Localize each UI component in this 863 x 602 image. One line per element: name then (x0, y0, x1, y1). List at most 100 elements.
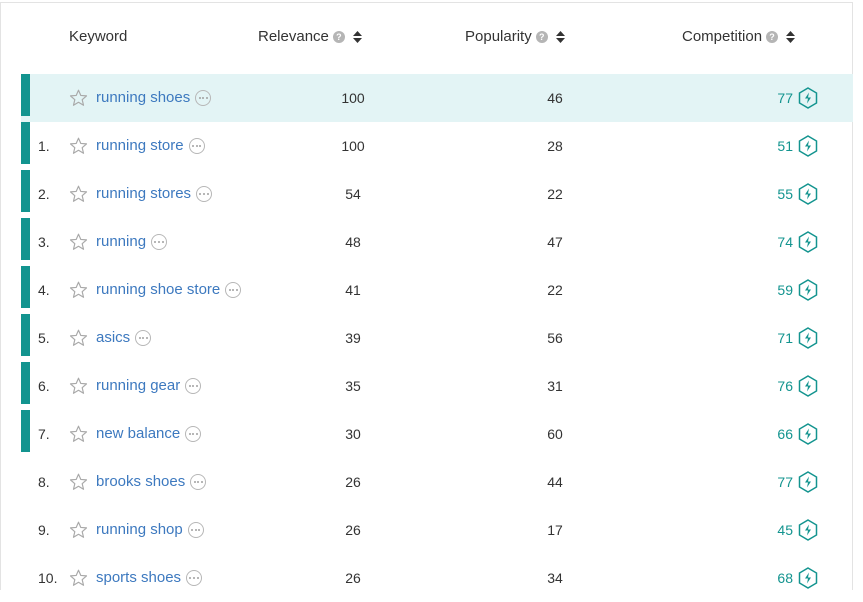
table-row[interactable]: 4. running shoe store 41 22 59 (21, 266, 853, 314)
star-icon[interactable] (69, 233, 88, 256)
row-indicator-bar (21, 170, 30, 212)
relevance-value: 35 (345, 378, 361, 394)
sort-icon[interactable] (555, 30, 565, 43)
header-competition[interactable]: Competition ? (682, 28, 796, 45)
keyword-link[interactable]: sports shoes (96, 569, 203, 586)
star-icon[interactable] (69, 473, 88, 496)
keyword-text[interactable]: running store (96, 137, 184, 154)
bolt-icon[interactable] (798, 87, 818, 114)
keyword-link[interactable]: running shop (96, 521, 204, 538)
star-icon[interactable] (69, 425, 88, 448)
table-row[interactable]: 6. running gear 35 31 76 (21, 362, 853, 410)
more-options-icon[interactable] (151, 233, 168, 250)
row-number: 1. (38, 138, 50, 154)
header-keyword: Keyword (69, 28, 127, 45)
keyword-text[interactable]: running shop (96, 521, 183, 538)
header-relevance[interactable]: Relevance ? (258, 28, 362, 45)
popularity-value: 60 (547, 426, 563, 442)
bolt-icon[interactable] (798, 519, 818, 546)
star-icon[interactable] (69, 185, 88, 208)
bolt-icon[interactable] (798, 279, 818, 306)
competition-value: 77 (777, 90, 793, 106)
keyword-link[interactable]: new balance (96, 425, 202, 442)
table-row[interactable]: 10. sports shoes 26 34 68 (21, 554, 853, 602)
header-keyword-label: Keyword (69, 28, 128, 45)
bolt-icon[interactable] (798, 231, 818, 258)
star-icon[interactable] (69, 281, 88, 304)
keyword-text[interactable]: running shoe store (96, 281, 220, 298)
help-icon[interactable]: ? (332, 30, 345, 43)
keyword-link[interactable]: running (96, 233, 168, 250)
row-number: 5. (38, 330, 50, 346)
more-options-icon[interactable] (185, 377, 202, 394)
bolt-icon[interactable] (798, 135, 818, 162)
more-options-icon[interactable] (187, 521, 204, 538)
sort-icon[interactable] (786, 30, 796, 43)
row-number: 6. (38, 378, 50, 394)
keyword-link[interactable]: running shoe store (96, 281, 242, 298)
relevance-value: 100 (341, 138, 365, 154)
help-icon[interactable]: ? (535, 30, 548, 43)
bolt-icon[interactable] (798, 375, 818, 402)
keyword-link[interactable]: asics (96, 329, 152, 346)
star-icon[interactable] (69, 377, 88, 400)
keyword-text[interactable]: sports shoes (96, 569, 181, 586)
row-number: 7. (38, 426, 50, 442)
more-options-icon[interactable] (190, 473, 207, 490)
keyword-text[interactable]: running stores (96, 185, 191, 202)
more-options-icon[interactable] (196, 185, 213, 202)
table-row[interactable]: 2. running stores 54 22 55 (21, 170, 853, 218)
popularity-value: 22 (547, 186, 563, 202)
table-row[interactable]: 3. running 48 47 74 (21, 218, 853, 266)
more-options-icon[interactable] (195, 89, 212, 106)
table-row[interactable]: 5. asics 39 56 71 (21, 314, 853, 362)
star-icon[interactable] (69, 89, 88, 112)
relevance-value: 26 (345, 522, 361, 538)
popularity-value: 46 (547, 90, 563, 106)
competition-value: 45 (777, 522, 793, 538)
keyword-link[interactable]: running gear (96, 377, 202, 394)
bolt-icon[interactable] (798, 471, 818, 498)
table-row[interactable]: 7. new balance 30 60 66 (21, 410, 853, 458)
star-icon[interactable] (69, 521, 88, 544)
bolt-icon[interactable] (798, 183, 818, 210)
table-row[interactable]: 8. brooks shoes 26 44 77 (21, 458, 853, 506)
table-row[interactable]: 9. running shop 26 17 45 (21, 506, 853, 554)
popularity-value: 22 (547, 282, 563, 298)
star-icon[interactable] (69, 329, 88, 352)
header-competition-label: Competition (682, 28, 763, 45)
keyword-link[interactable]: brooks shoes (96, 473, 207, 490)
header-relevance-label: Relevance (258, 28, 329, 45)
keyword-text[interactable]: new balance (96, 425, 180, 442)
sort-icon[interactable] (352, 30, 362, 43)
competition-value: 77 (777, 474, 793, 490)
row-number: 9. (38, 522, 50, 538)
header-popularity[interactable]: Popularity ? (465, 28, 565, 45)
keyword-text[interactable]: running shoes (96, 89, 190, 106)
bolt-icon[interactable] (798, 327, 818, 354)
star-icon[interactable] (69, 137, 88, 160)
relevance-value: 100 (341, 90, 365, 106)
row-number: 3. (38, 234, 50, 250)
keyword-text[interactable]: running gear (96, 377, 180, 394)
more-options-icon[interactable] (186, 569, 203, 586)
more-options-icon[interactable] (225, 281, 242, 298)
keyword-text[interactable]: brooks shoes (96, 473, 185, 490)
row-indicator-bar (21, 122, 30, 164)
help-icon[interactable]: ? (766, 30, 779, 43)
keyword-link[interactable]: running stores (96, 185, 213, 202)
star-icon[interactable] (69, 569, 88, 592)
table-row[interactable]: 1. running store 100 28 51 (21, 122, 853, 170)
table-row[interactable]: running shoes 100 46 77 (21, 74, 853, 122)
keyword-text[interactable]: running (96, 233, 146, 250)
popularity-value: 17 (547, 522, 563, 538)
bolt-icon[interactable] (798, 423, 818, 450)
relevance-value: 41 (345, 282, 361, 298)
more-options-icon[interactable] (135, 329, 152, 346)
keyword-link[interactable]: running shoes (96, 89, 212, 106)
keyword-text[interactable]: asics (96, 329, 130, 346)
more-options-icon[interactable] (188, 137, 205, 154)
more-options-icon[interactable] (185, 425, 202, 442)
keyword-link[interactable]: running store (96, 137, 205, 154)
relevance-value: 39 (345, 330, 361, 346)
